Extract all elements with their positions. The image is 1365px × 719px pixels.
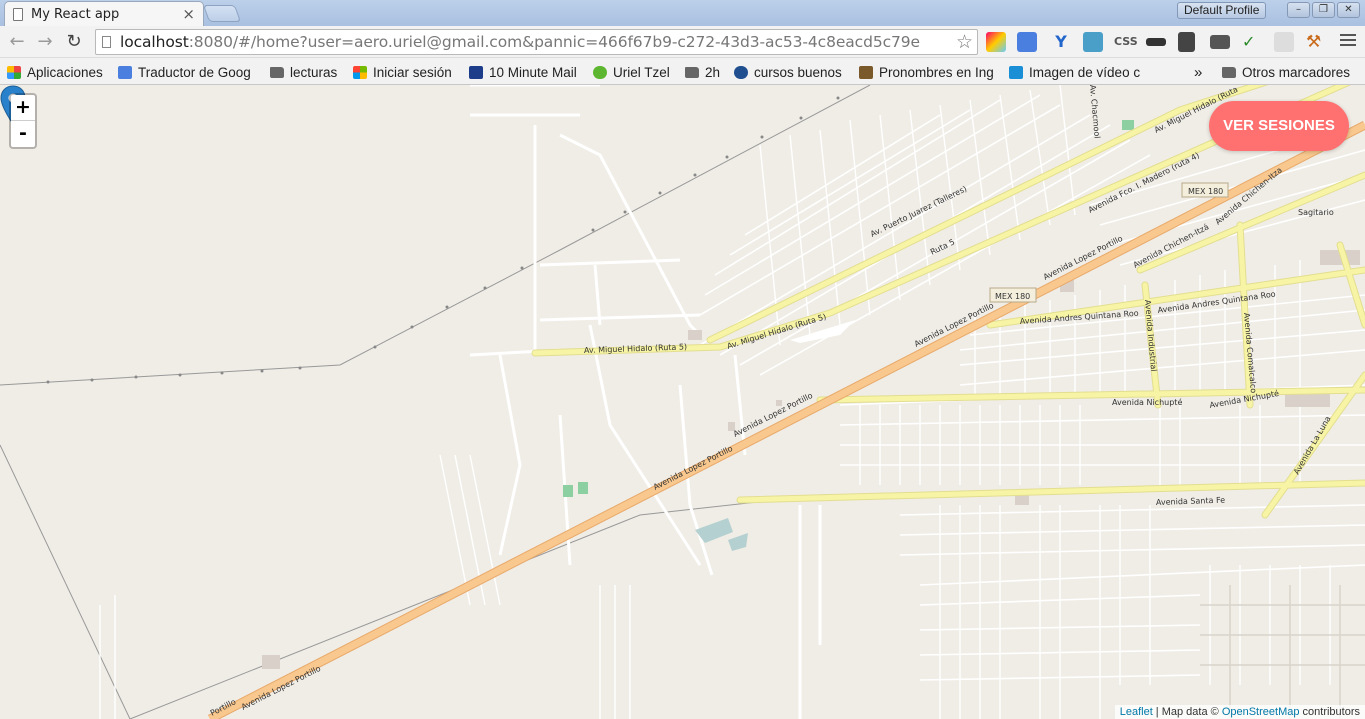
google-translate-icon [118, 65, 132, 79]
bookmark-10-minute-mail[interactable]: 10 Minute Mail [469, 62, 577, 82]
leaflet-link[interactable]: Leaflet [1120, 706, 1153, 718]
back-icon[interactable]: ← [6, 31, 28, 53]
map-label: Avenida Industrial [1143, 299, 1158, 372]
bookmark-uriel-tzel[interactable]: Uriel Tzel [593, 62, 670, 82]
map-label: Av. Chacmool [1088, 85, 1102, 139]
bookmark-pronombres[interactable]: Pronombres en Ing [859, 62, 995, 82]
hammer-extension-icon[interactable]: ⚒ [1306, 32, 1326, 52]
css-extension-icon[interactable]: CSS [1114, 32, 1138, 52]
folder-icon [685, 66, 699, 78]
map-label: MEX 180 [1188, 187, 1223, 196]
close-icon[interactable]: × [182, 5, 195, 23]
menu-icon[interactable] [1340, 34, 1356, 49]
map-attribution: Leaflet | Map data © OpenStreetMap contr… [1114, 705, 1365, 719]
map-label: Sagitario [1298, 208, 1334, 217]
bookmark-star-icon[interactable]: ☆ [956, 31, 973, 53]
chat-icon [593, 65, 607, 79]
reload-icon[interactable]: ↻ [63, 31, 85, 53]
forward-icon[interactable]: → [34, 31, 56, 53]
map-view[interactable]: Av. Miguel Hidalo (Ruta 5) Av. Miguel Hi… [0, 85, 1365, 719]
bookmark-imagen-video[interactable]: Imagen de vídeo c [1009, 62, 1147, 82]
folder-icon [1222, 66, 1236, 78]
title-bar: My React app × Default Profile – ❐ ✕ [0, 0, 1365, 26]
bookmarks-overflow-icon[interactable]: » [1194, 62, 1202, 82]
translate-extension-icon[interactable] [1017, 32, 1037, 52]
camera-extension-icon[interactable] [1210, 35, 1230, 49]
y-extension-icon[interactable]: Y [1051, 32, 1071, 52]
map-label: Avenida Nichupté [1112, 397, 1182, 407]
bookmarks-bar: Aplicaciones Traductor de Goog lecturas … [0, 58, 1365, 85]
bookmark-2h[interactable]: 2h [685, 62, 720, 82]
bookmark-otros-marcadores[interactable]: Otros marcadores [1222, 62, 1350, 82]
microsoft-icon [353, 65, 367, 79]
map-label: Av. Miguel Hidalo (Ruta 5) [584, 342, 687, 355]
zoom-control: + - [9, 93, 37, 149]
course-icon [734, 65, 748, 79]
map-label: Avenida Lopez Portillo [652, 444, 734, 492]
map-label: Avenida Lopez Portillo [240, 664, 322, 712]
site-icon [859, 65, 873, 79]
osm-link[interactable]: OpenStreetMap [1222, 706, 1300, 718]
check-extension-icon[interactable]: ✓ [1242, 32, 1262, 52]
browser-tab[interactable]: My React app × [4, 1, 204, 26]
bookmark-iniciar-sesion[interactable]: Iniciar sesión [353, 62, 452, 82]
bookmark-lecturas[interactable]: lecturas [270, 62, 337, 82]
browser-toolbar: ← → ↻ localhost:8080/#/home?user=aero.ur… [0, 26, 1365, 58]
zoom-in-button[interactable]: + [11, 95, 35, 121]
restore-icon[interactable]: ❐ [1312, 2, 1335, 18]
url-text: localhost:8080/#/home?user=aero.uriel@gm… [120, 33, 920, 51]
ver-sesiones-button[interactable]: VER SESIONES [1209, 101, 1349, 151]
map-label: Avenida Santa Fe [1156, 496, 1226, 507]
close-window-icon[interactable]: ✕ [1337, 2, 1360, 18]
map-label: MEX 180 [995, 292, 1030, 301]
tab-title: My React app [31, 6, 120, 22]
color-extension-icon[interactable] [986, 32, 1006, 52]
profile-button[interactable]: Default Profile [1177, 2, 1267, 19]
minimize-icon[interactable]: – [1287, 2, 1310, 18]
folder-icon [270, 66, 284, 78]
video-icon [1009, 65, 1023, 79]
address-bar[interactable]: localhost:8080/#/home?user=aero.uriel@gm… [95, 29, 978, 55]
play-extension-icon[interactable] [1083, 32, 1103, 52]
bookmark-apps[interactable]: Aplicaciones [7, 62, 103, 82]
gear-extension-icon[interactable] [1274, 32, 1294, 52]
bookmark-cursos-buenos[interactable]: cursos buenos [734, 62, 842, 82]
new-tab-button[interactable] [202, 5, 242, 22]
mail-icon [469, 65, 483, 79]
mask-extension-icon[interactable] [1146, 38, 1166, 46]
page-icon [13, 7, 23, 21]
map-label: Ruta 5 [929, 237, 956, 256]
map-tiles[interactable]: Av. Miguel Hidalo (Ruta 5) Av. Miguel Hi… [0, 85, 1365, 719]
bookmark-traductor[interactable]: Traductor de Goog [118, 62, 258, 82]
apps-grid-icon [7, 65, 21, 79]
page-icon [102, 36, 111, 48]
zoom-out-button[interactable]: - [11, 121, 35, 147]
ghost-extension-icon[interactable] [1178, 32, 1195, 52]
